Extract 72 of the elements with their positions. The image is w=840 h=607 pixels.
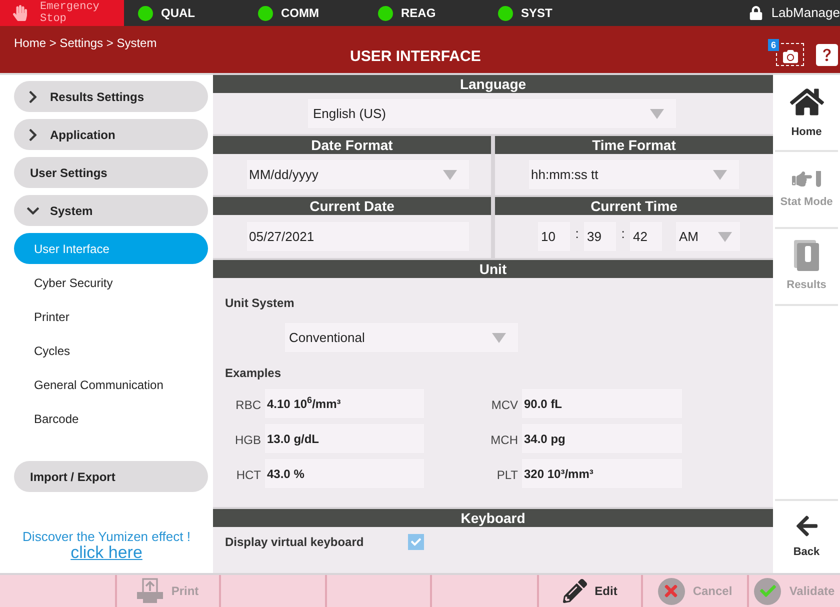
hand-icon xyxy=(12,5,28,21)
sidebar-item[interactable]: Cycles xyxy=(14,335,208,366)
cancel-icon xyxy=(658,578,685,604)
dropdown-caret-icon xyxy=(650,108,664,118)
unit-system-label: Unit System xyxy=(225,295,296,312)
example-value: 13.0 g/dL xyxy=(265,424,424,453)
section-header: Time Format xyxy=(495,134,773,154)
dropdown[interactable]: English (US) xyxy=(308,99,676,128)
section-header: Current Time xyxy=(495,195,773,215)
section-header: Keyboard xyxy=(213,507,773,527)
promo-text: Discover the Yumizen effect ! xyxy=(22,530,190,544)
sidebar-group[interactable]: Application xyxy=(14,119,208,150)
example-value: 320 10³/mm³ xyxy=(522,459,682,488)
section-header: Unit xyxy=(213,258,773,278)
pencil-icon xyxy=(562,579,587,603)
camera-icon xyxy=(782,49,798,64)
example-name: MCH xyxy=(490,432,519,448)
section-header: Date Format xyxy=(213,134,491,154)
hour-field[interactable]: 10 xyxy=(538,222,570,251)
page-title: USER INTERFACE xyxy=(350,47,481,67)
printer-icon xyxy=(137,578,164,604)
dropdown[interactable]: hh:mm:ss tt xyxy=(529,160,739,189)
time-separator: : xyxy=(620,224,626,243)
user-name: LabManage xyxy=(771,4,840,22)
sidebar-item[interactable]: Printer xyxy=(14,301,208,332)
status-label: QUAL xyxy=(161,5,195,22)
example-value: 43.0 % xyxy=(265,459,424,488)
time-separator: : xyxy=(574,224,580,243)
results-icon xyxy=(794,240,820,272)
example-name: PLT xyxy=(496,466,519,484)
second-field[interactable]: 42 xyxy=(630,222,662,251)
section-header: Language xyxy=(213,73,773,93)
nav-button[interactable]: Home xyxy=(775,75,838,152)
sidebar-item[interactable]: Cyber Security xyxy=(14,267,208,298)
sidebar-item[interactable]: General Communication xyxy=(14,369,208,400)
example-name: RBC xyxy=(234,396,262,414)
dropdown[interactable]: Conventional xyxy=(285,323,518,352)
status-label: COMM xyxy=(281,5,319,22)
help-icon[interactable] xyxy=(816,44,838,66)
hand-tube-icon xyxy=(792,168,821,189)
status-label: SYST xyxy=(521,5,552,22)
dropdown-caret-icon xyxy=(718,232,732,242)
example-name: HGB xyxy=(234,432,262,448)
keyboard-checkbox[interactable] xyxy=(408,534,424,550)
example-value: 4.10 10$^{6}$/mm³ xyxy=(265,389,424,418)
example-name: MCV xyxy=(490,396,519,414)
sidebar-group[interactable]: System xyxy=(14,195,208,226)
sidebar-group[interactable]: Results Settings xyxy=(14,81,208,112)
dropdown-caret-icon xyxy=(443,170,457,180)
back-arrow-icon xyxy=(794,514,818,538)
sidebar-item[interactable]: Barcode xyxy=(14,403,208,434)
edit-button[interactable]: Edit xyxy=(537,575,641,607)
dropdown[interactable]: MM/dd/yyyy xyxy=(247,160,469,189)
example-name: HCT xyxy=(235,466,262,484)
date-field[interactable]: 05/27/2021 xyxy=(247,222,469,251)
check-icon xyxy=(754,578,782,604)
section-header: Current Date xyxy=(213,195,491,215)
minute-field[interactable]: 39 xyxy=(584,222,616,251)
status-label: REAG xyxy=(401,5,436,22)
dropdown-caret-icon xyxy=(713,170,727,180)
breadcrumb: Home > Settings > System xyxy=(13,35,158,52)
example-value: 34.0 pg xyxy=(522,424,682,453)
example-value: 90.0 fL xyxy=(522,389,682,418)
keyboard-label: Display virtual keyboard xyxy=(225,534,364,551)
lock-icon xyxy=(749,6,764,20)
dropdown-caret-icon xyxy=(492,332,506,342)
sidebar-group[interactable]: User Settings xyxy=(14,157,208,188)
check-icon xyxy=(410,537,421,547)
period-dropdown[interactable]: AM xyxy=(676,222,740,251)
sidebar-group[interactable]: Import / Export xyxy=(14,461,208,492)
count-badge: 6 xyxy=(768,39,780,51)
examples-label: Examples xyxy=(225,365,282,382)
